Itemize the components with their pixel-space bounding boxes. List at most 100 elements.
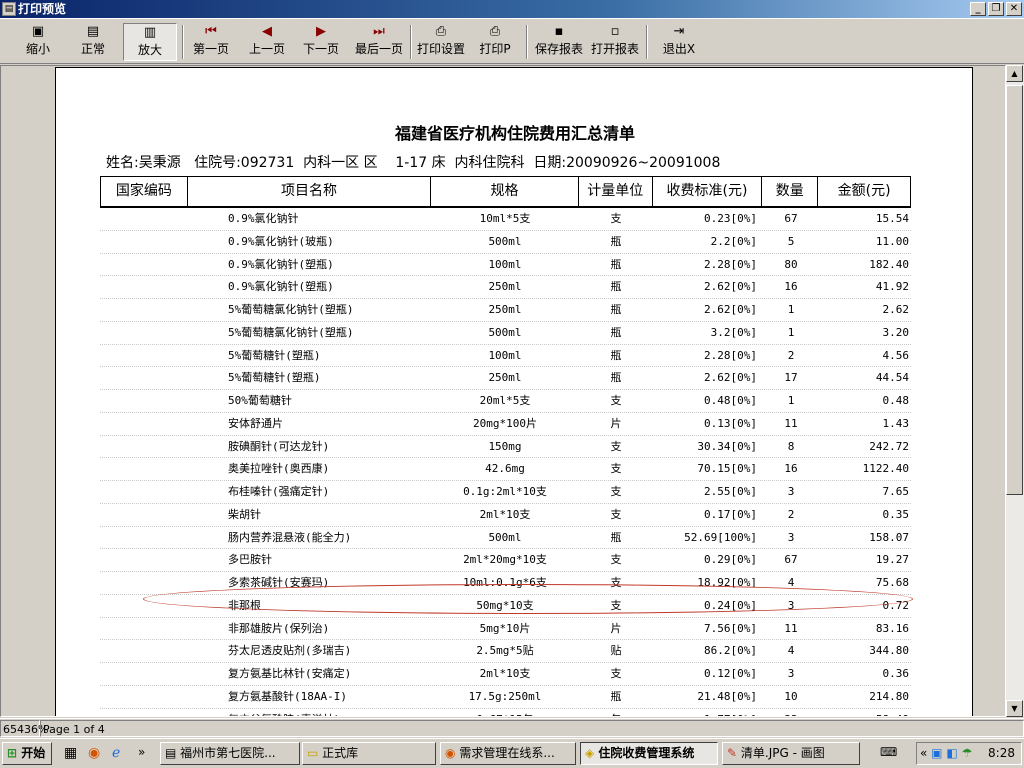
window-title: 打印预览 [18, 2, 67, 16]
table-cell [100, 572, 187, 594]
toolbar-separator [646, 25, 648, 59]
next-page-button[interactable]: ▶ 下一页 [298, 23, 344, 61]
open-report-button[interactable]: ▫ 打开报表 [588, 23, 642, 61]
task-item-active[interactable]: ◈ 住院收费管理系统 [580, 742, 718, 765]
table-cell: 75.68 [875, 576, 909, 589]
table-cell: 7.65 [882, 485, 910, 498]
scroll-up-icon[interactable]: ▲ [1006, 65, 1023, 82]
scroll-thumb[interactable] [1006, 85, 1023, 495]
table-cell: 214.80 [869, 689, 909, 703]
table-cell: 10 [784, 689, 798, 703]
network-icon[interactable]: ▣ [931, 746, 942, 760]
table-cell: 500ml [488, 234, 522, 248]
report-title: 福建省医疗机构住院费用汇总清单 [394, 124, 635, 143]
table-cell: 5%葡萄糖针(塑瓶) [228, 371, 321, 385]
table-cell: 100ml [488, 257, 522, 271]
status-bar: 65436% Page 1 of 4 [0, 718, 1024, 738]
table-cell: 支 [610, 598, 622, 612]
table-cell [100, 458, 187, 480]
table-cell: 2.62[0%] [704, 371, 757, 385]
table-cell: 7.56[0%] [704, 621, 757, 635]
table-row: 0.9%氯化钠针(塑瓶) 100ml 瓶 2.28[0%] 80 182.40 [100, 254, 911, 277]
toolbar-separator [410, 25, 412, 59]
table-cell: 1.43 [882, 416, 910, 430]
quicklaunch-more-icon[interactable]: » [138, 745, 145, 759]
table-cell [100, 367, 187, 389]
table-body: 0.9%氯化钠针 10ml*5支支 0.23[0%] 67 15.54 0.9%氯化钠针(… [100, 208, 911, 717]
table-cell: 18.92[0%] [697, 576, 757, 589]
table-cell: 支 [610, 462, 622, 476]
table-cell: 1 [787, 325, 795, 339]
table-cell: 1 [787, 394, 795, 407]
zoom-in-button[interactable]: ▥ 放大 [123, 23, 177, 61]
table-row: 安体舒通片 20mg*100片 片 0.13[0%] 11 1.43 [100, 413, 911, 436]
exit-button[interactable]: ⇥ 退出X [658, 23, 700, 61]
table-row: 胺碘酮针(可达龙针) 150mg 支 30.34[0%] 8 242.72 [100, 436, 911, 459]
table-cell: 布桂嗪针(强痛定针) [228, 485, 330, 498]
table-cell [100, 276, 187, 298]
restore-icon[interactable]: ❐ [988, 2, 1004, 16]
table-cell: 0.1g:2ml*10支 [463, 485, 547, 498]
table-cell: 0.29[0%] [704, 553, 757, 567]
print-button[interactable]: ⎙ 打印P [474, 23, 516, 61]
table-cell: 2 [787, 348, 795, 362]
normal-size-button[interactable]: ▤ 正常 [68, 23, 118, 61]
table-cell: 支 [610, 553, 622, 567]
table-cell: 11.00 [875, 234, 909, 248]
table-cell: 0.9%氯化钠针 [228, 212, 299, 225]
print-setup-button[interactable]: ⎙ 打印设置 [415, 23, 467, 61]
save-report-button[interactable]: ▪ 保存报表 [532, 23, 586, 61]
ie-icon[interactable]: ℯ [112, 745, 120, 761]
table-cell [100, 595, 187, 617]
table-cell: 支 [610, 439, 622, 453]
last-page-button[interactable]: ⏭ 最后一页 [350, 23, 408, 61]
start-button[interactable]: ⊞ 开始 [2, 742, 52, 765]
umbrella-icon[interactable]: ☂ [962, 746, 973, 760]
table-cell: 奥美拉唑针(奥西康) [228, 462, 330, 476]
printer-icon: ⎙ [489, 24, 501, 39]
table-cell: 0.35 [882, 507, 910, 521]
table-cell [100, 299, 187, 321]
scroll-down-icon[interactable]: ▼ [1006, 700, 1023, 717]
vertical-scrollbar[interactable]: ▲ ▼ [1006, 65, 1024, 717]
table-row: 非那根 50mg*10支 支 0.24[0%] 3 0.72 [100, 595, 911, 618]
table-cell: 0.17[0%] [704, 507, 757, 521]
table-cell [100, 208, 187, 230]
close-icon[interactable]: ✕ [1006, 2, 1022, 16]
task-item[interactable]: ✎ 清单.JPG - 画图 [722, 742, 860, 765]
firefox-icon[interactable]: ◉ [88, 745, 100, 761]
table-cell: 非那雄胺片(保列治) [228, 621, 330, 635]
first-page-button[interactable]: ⏮ 第一页 [188, 23, 234, 61]
system-tray: « ▣ ◧ ☂ 8:28 [916, 742, 1022, 765]
open-folder-icon: ▫ [610, 24, 620, 39]
keyboard-icon[interactable]: ⌨ [880, 745, 897, 759]
task-item[interactable]: ▤ 福州市第七医院... [160, 742, 300, 765]
table-cell: 2.62[0%] [704, 303, 757, 316]
task-item[interactable]: ▭ 正式库 [302, 742, 436, 765]
window-controls: _ ❐ ✕ [970, 2, 1022, 16]
table-cell: 4.56 [882, 348, 910, 362]
table-cell: 0.67*15包 [431, 709, 579, 717]
monitor-icon[interactable]: ◧ [946, 746, 957, 760]
minimize-icon[interactable]: _ [970, 2, 986, 16]
task-item[interactable]: ◉ 需求管理在线系... [440, 742, 576, 765]
tray-expand-icon[interactable]: « [917, 746, 927, 760]
table-cell: 0.9%氯化钠针(塑瓶) [228, 257, 334, 271]
table-row: 多索茶碱针(安赛玛) 10ml:0.1g*6支 支 18.92[0%] 4 75.68 [100, 572, 911, 595]
table-row: 肠内营养混悬液(能全力) 500ml 瓶 52.69[100%] 3 158.07 [100, 527, 911, 550]
table-cell: 50mg*10支 [476, 598, 534, 612]
table-cell: 41.92 [875, 280, 909, 294]
paint-icon: ✎ [727, 746, 738, 760]
print-setup-icon: ⎙ [435, 24, 447, 39]
desktop-icon[interactable]: ▦ [64, 745, 77, 761]
prev-page-button[interactable]: ◀ 上一页 [244, 23, 290, 61]
table-cell: 11 [784, 416, 798, 430]
table-cell: 16 [784, 462, 798, 476]
table-cell: 瓶 [610, 348, 622, 362]
table-cell: 52.69[100%] [684, 530, 757, 544]
preview-area[interactable]: 福建省医疗机构住院费用汇总清单 姓名:吴秉源 住院号:092731 内科一区 区… [0, 65, 1006, 717]
zoom-out-button[interactable]: ▣ 缩小 [14, 23, 62, 61]
taskbar: ⊞ 开始 ▦ ◉ ℯ » ▤ 福州市第七医院... ▭ 正式库 ◉ 需求管理在线… [0, 738, 1024, 768]
table-cell: 2.62 [882, 303, 910, 316]
table-cell: 非那根 [228, 598, 261, 612]
